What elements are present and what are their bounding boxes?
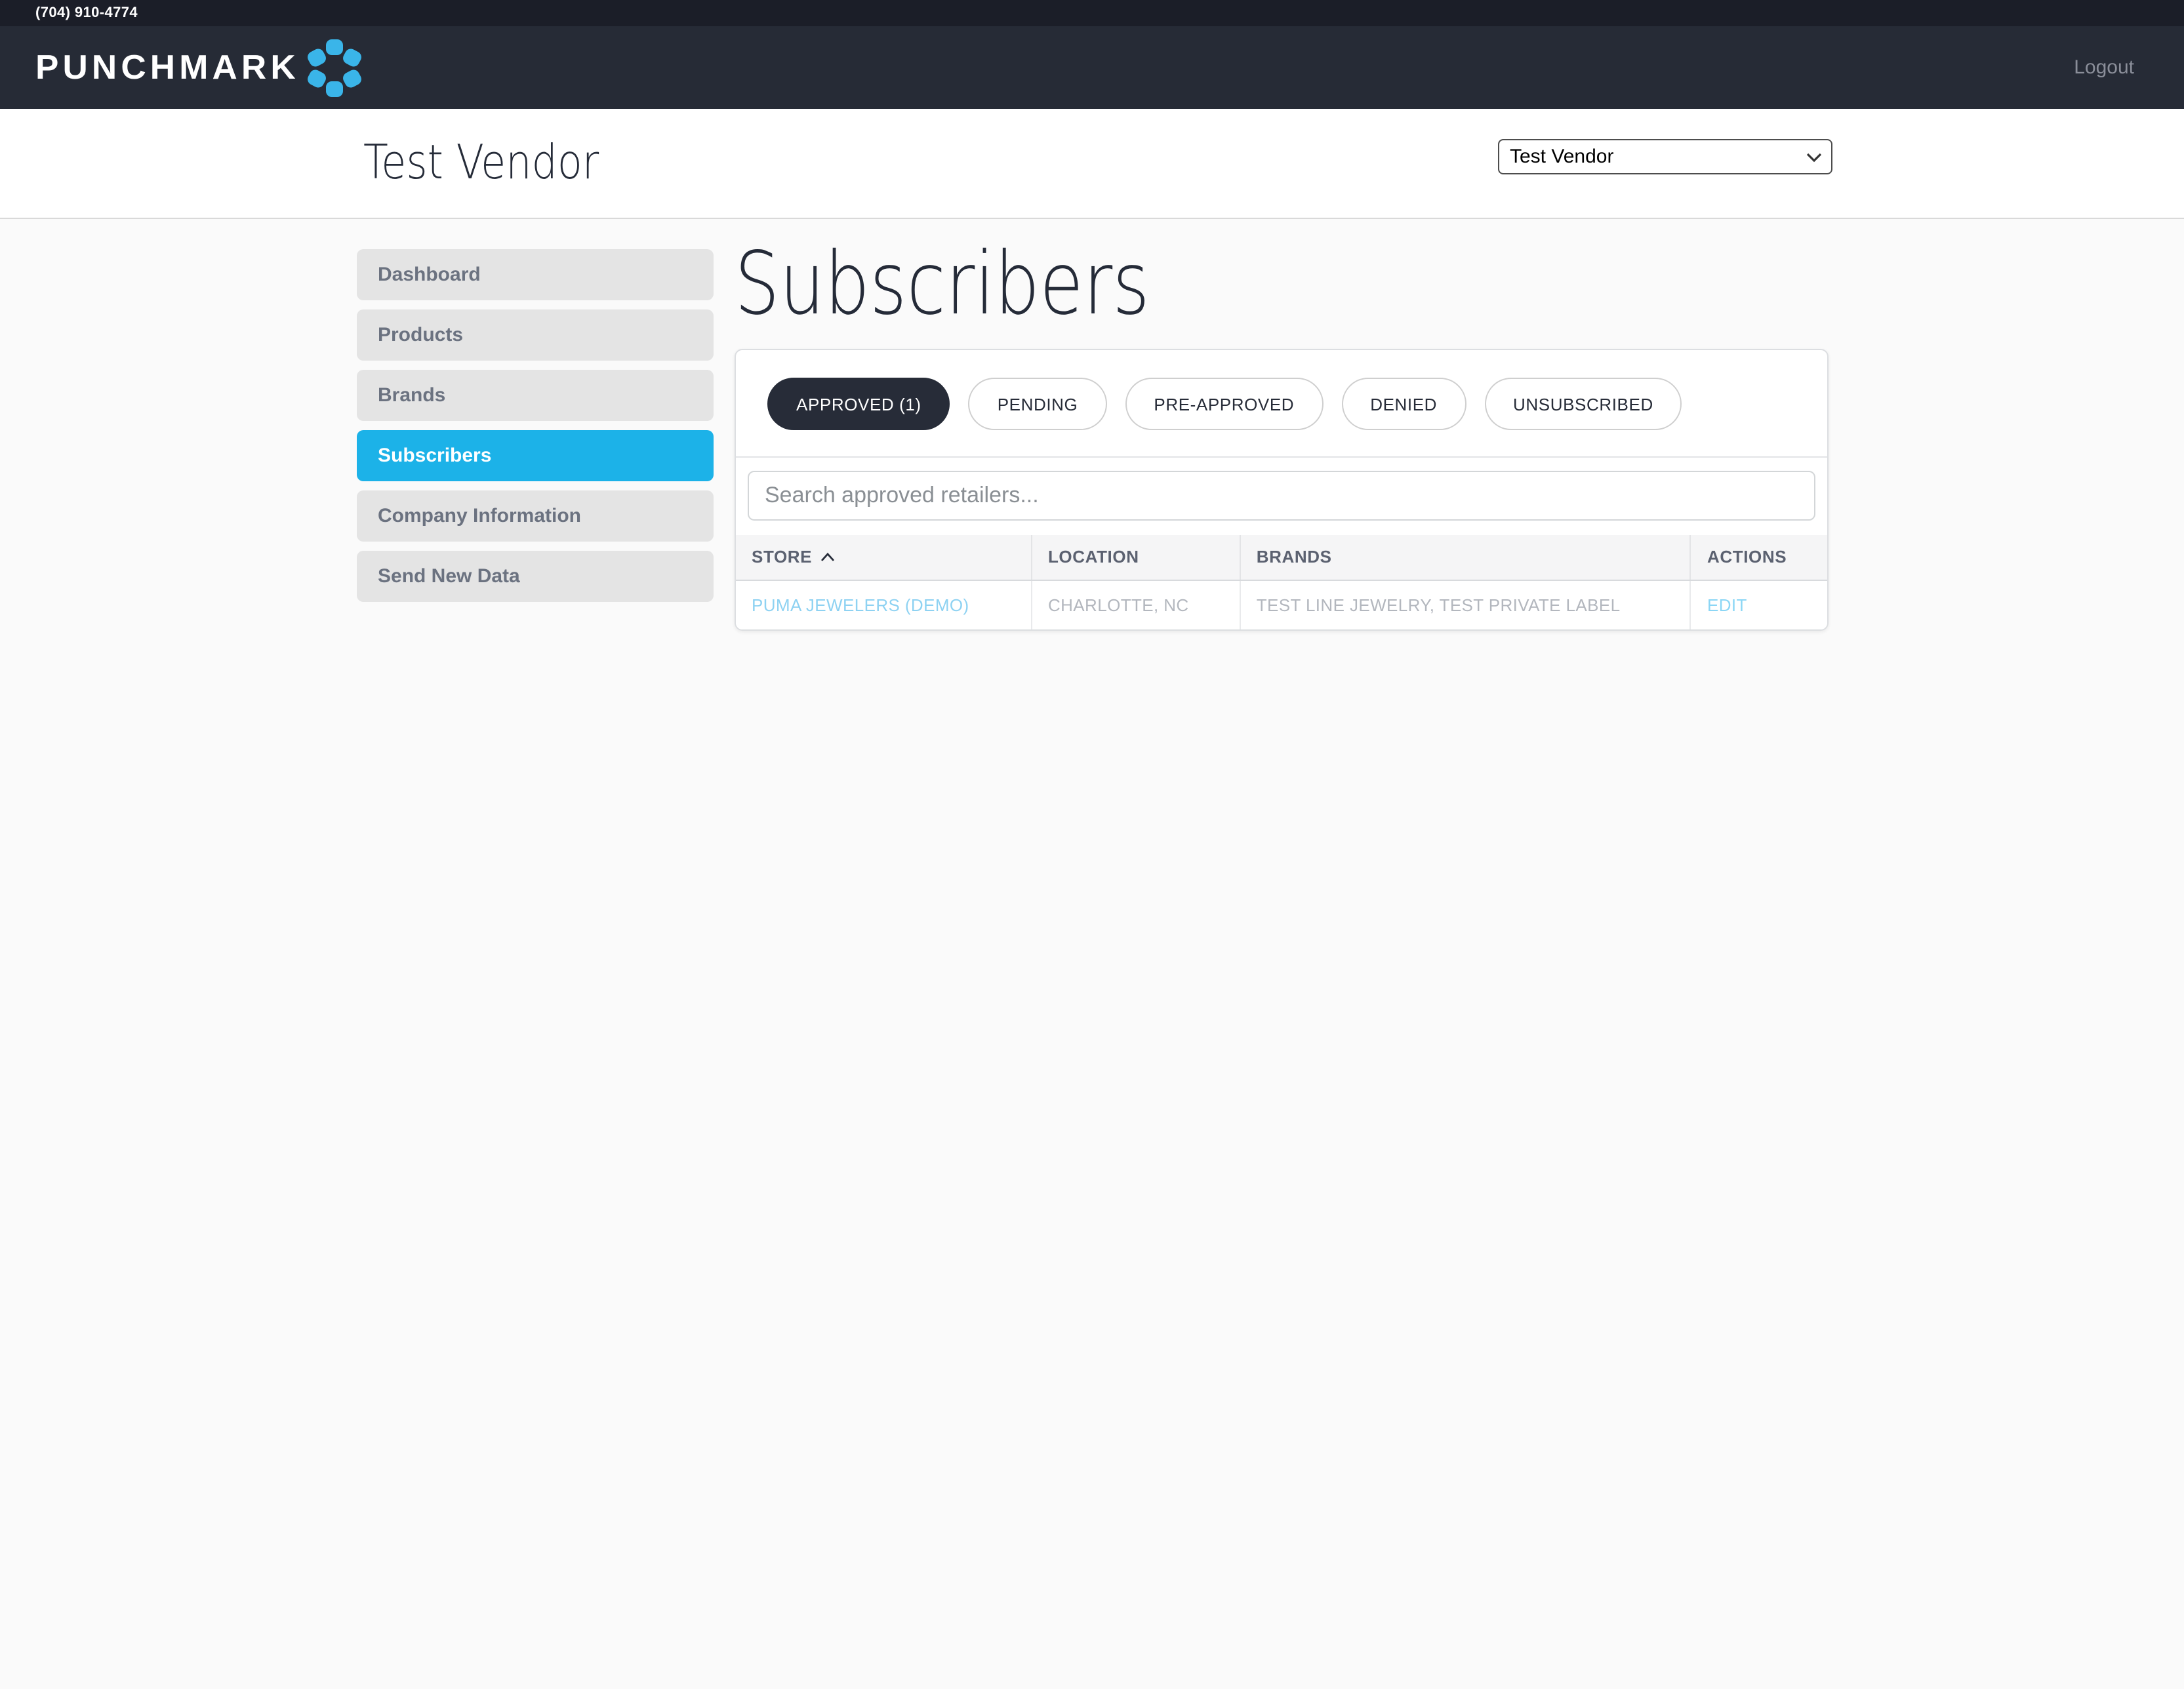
- table-row: PUMA JEWELERS (DEMO) CHARLOTTE, NC TEST …: [736, 580, 1827, 629]
- brand-wordmark: PUNCHMARK: [35, 47, 300, 88]
- sort-asc-icon: [820, 552, 836, 563]
- store-link[interactable]: PUMA JEWELERS (DEMO): [736, 580, 1032, 629]
- search-section: [736, 458, 1827, 535]
- vendor-title: Test Vendor: [363, 136, 599, 190]
- logout-link[interactable]: Logout: [2074, 56, 2134, 79]
- search-input[interactable]: [748, 471, 1815, 521]
- phone-number: (704) 910-4774: [35, 5, 138, 21]
- vendor-select-value: Test Vendor: [1510, 146, 1797, 168]
- main-content: Subscribers APPROVED (1) PENDING PRE-APP…: [735, 239, 1829, 631]
- filter-unsubscribed[interactable]: UNSUBSCRIBED: [1484, 378, 1682, 430]
- column-header-store[interactable]: STORE: [736, 535, 1032, 580]
- subscribers-card: APPROVED (1) PENDING PRE-APPROVED DENIED…: [735, 349, 1829, 631]
- column-header-store-label: STORE: [752, 547, 812, 567]
- filter-pending[interactable]: PENDING: [969, 378, 1107, 430]
- chevron-down-icon: [1806, 150, 1822, 163]
- page-header: Test Vendor: [0, 109, 2184, 219]
- column-header-actions: ACTIONS: [1691, 535, 1827, 580]
- top-phone-bar: (704) 910-4774: [0, 0, 2184, 26]
- punchmark-logo-icon: [308, 37, 363, 98]
- filter-pre-approved[interactable]: PRE-APPROVED: [1125, 378, 1323, 430]
- vendor-portal-page: (704) 910-4774 PUNCHMARK Logout Test Ven…: [0, 0, 2184, 1689]
- sidebar-item-products[interactable]: Products: [357, 309, 714, 361]
- location-cell: CHARLOTTE, NC: [1032, 580, 1240, 629]
- subscribers-table: STORE LOCATION BRANDS ACTIONS P: [736, 535, 1827, 629]
- column-header-location[interactable]: LOCATION: [1032, 535, 1240, 580]
- sidebar-item-send-new-data[interactable]: Send New Data: [357, 551, 714, 602]
- sidebar-item-dashboard[interactable]: Dashboard: [357, 249, 714, 300]
- sidebar-item-brands[interactable]: Brands: [357, 370, 714, 421]
- sidebar-item-company-information[interactable]: Company Information: [357, 490, 714, 542]
- sidebar-item-subscribers[interactable]: Subscribers: [357, 430, 714, 481]
- table-header-row: STORE LOCATION BRANDS ACTIONS: [736, 535, 1827, 580]
- sidebar-nav: Dashboard Products Brands Subscribers Co…: [357, 249, 714, 611]
- filter-approved[interactable]: APPROVED (1): [767, 378, 950, 430]
- brands-cell: TEST LINE JEWELRY, TEST PRIVATE LABEL: [1240, 580, 1691, 629]
- filter-pills-row: APPROVED (1) PENDING PRE-APPROVED DENIED…: [736, 350, 1827, 458]
- column-header-brands[interactable]: BRANDS: [1240, 535, 1691, 580]
- filter-denied[interactable]: DENIED: [1341, 378, 1466, 430]
- vendor-select[interactable]: Test Vendor: [1498, 139, 1832, 174]
- navbar: PUNCHMARK Logout: [0, 26, 2184, 109]
- brand-logo[interactable]: PUNCHMARK: [35, 37, 363, 98]
- edit-link[interactable]: EDIT: [1691, 580, 1827, 629]
- page-title: Subscribers: [735, 239, 1150, 330]
